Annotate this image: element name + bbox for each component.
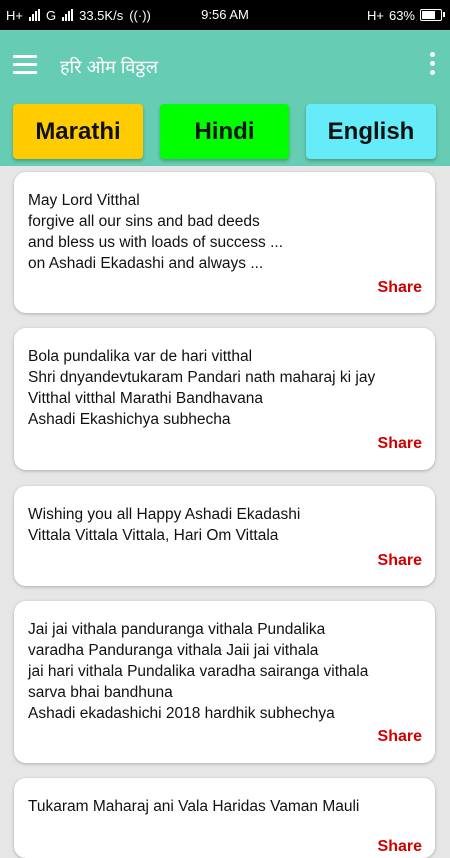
share-button[interactable]: Share (378, 552, 422, 570)
hamburger-menu-icon[interactable] (13, 55, 37, 75)
message-text: Wishing you all Happy Ashadi Ekadashi Vi… (28, 506, 301, 544)
english-button[interactable]: English (306, 104, 436, 159)
message-text: Tukaram Maharaj ani Vala Haridas Vaman M… (28, 798, 360, 815)
message-card: Jai jai vithala panduranga vithala Punda… (14, 601, 435, 763)
overflow-menu-icon[interactable] (428, 52, 436, 78)
status-bar: H+ G 33.5K/s ((·)) 9:56 AM H+ 63% (0, 0, 450, 30)
share-button[interactable]: Share (378, 838, 422, 856)
battery-icon (420, 9, 445, 21)
network-right-label: H+ (366, 7, 384, 23)
battery-percent: 63% (388, 7, 415, 23)
share-button[interactable]: Share (378, 279, 422, 297)
message-text: May Lord Vitthal forgive all our sins an… (28, 192, 284, 272)
app-title: हरि ओम विठ्ठल (60, 57, 158, 77)
app-bar: हरि ओम विठ्ठल (0, 30, 450, 100)
hindi-button[interactable]: Hindi (160, 104, 289, 159)
message-card: Wishing you all Happy Ashadi Ekadashi Vi… (14, 486, 435, 586)
message-card: Bola pundalika var de hari vitthal Shri … (14, 328, 435, 470)
marathi-button[interactable]: Marathi (13, 104, 143, 159)
message-text: Jai jai vithala panduranga vithala Punda… (28, 621, 369, 722)
message-card: Tukaram Maharaj ani Vala Haridas Vaman M… (14, 778, 435, 858)
message-card: May Lord Vitthal forgive all our sins an… (14, 172, 435, 313)
message-text: Bola pundalika var de hari vitthal Shri … (28, 348, 376, 428)
share-button[interactable]: Share (378, 435, 422, 453)
share-button[interactable]: Share (378, 728, 422, 746)
status-right: H+ 63% (366, 0, 445, 30)
language-selector: Marathi Hindi English (0, 100, 450, 166)
